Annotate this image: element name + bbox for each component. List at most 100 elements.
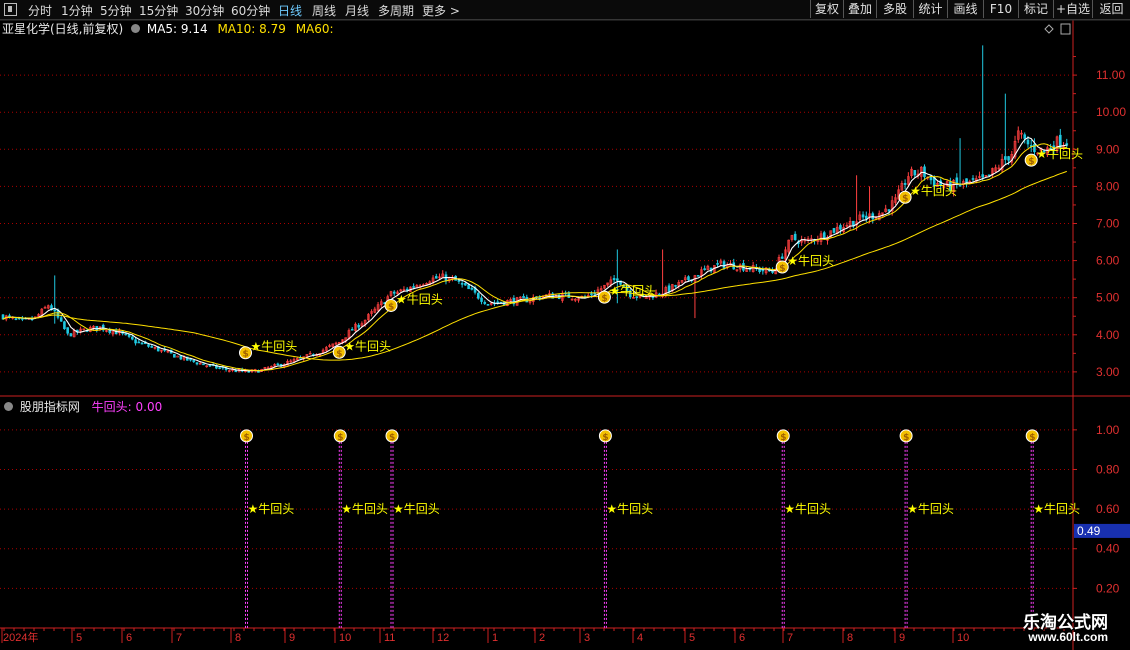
money-bag-glyph: $ (902, 194, 908, 204)
sub-ytick-label-0: 0.20 (1096, 581, 1120, 595)
candle-body (864, 215, 868, 219)
xtick-label-1: 5 (76, 632, 82, 644)
candle-body (137, 341, 141, 344)
candle-body (134, 339, 137, 344)
sub-ytick-label-3: 0.80 (1096, 462, 1120, 476)
candle-body (460, 283, 464, 285)
candle-body (350, 328, 354, 331)
ytick-label-1: 4.00 (1096, 328, 1120, 342)
signal-label: ★牛回头 (251, 339, 298, 354)
candle-body (467, 284, 470, 290)
candle-body (793, 233, 797, 241)
candle-body (392, 291, 396, 294)
candle-body (140, 342, 144, 345)
indicator-subchart: $ ★牛回头 $ ★牛回头 $ ★牛回头 $ ★牛回头 $ ★牛回头 $ ★牛回头 $ ★牛回头 (240, 429, 1080, 628)
candle-body (674, 285, 677, 287)
candle-body (687, 276, 690, 281)
money-bag-glyph: $ (337, 433, 343, 443)
candle-body (127, 334, 131, 337)
current-value-label: 0.49 (1077, 524, 1101, 538)
candle-body (59, 317, 63, 322)
sub-signal-marker-6: $ (1025, 429, 1039, 443)
sub-signal-marker-4: $ (776, 429, 790, 443)
candle-body (667, 285, 671, 292)
xtick-label-12: 4 (637, 632, 643, 644)
sub-signal-marker-5: $ (899, 429, 913, 443)
xtick-label-18: 10 (957, 632, 969, 644)
candle-body (192, 360, 196, 362)
money-bag-glyph: $ (601, 294, 607, 304)
stock-chart[interactable]: $★牛回头$★牛回头$★牛回头 $★牛回头$★牛回头$★牛回头$★牛回头 $★牛回… (0, 0, 1130, 650)
candle-body (832, 228, 836, 233)
xtick-label-17: 9 (899, 632, 905, 644)
money-bag-glyph: $ (602, 433, 608, 443)
candle-body (405, 288, 409, 291)
money-bag-glyph: $ (779, 264, 785, 274)
candle-body (470, 287, 474, 290)
candle-body (887, 209, 891, 212)
candle-body (195, 362, 199, 365)
candle-body (903, 183, 907, 185)
money-bag-glyph: $ (1029, 433, 1035, 443)
xtick-label-16: 8 (847, 632, 853, 644)
candle-body (14, 318, 18, 320)
sub-signal-label-2: ★牛回头 (393, 501, 440, 516)
candle-body (861, 214, 865, 218)
candle-body (176, 355, 179, 358)
signal-label: ★牛回头 (609, 283, 656, 298)
candle-body (53, 309, 57, 312)
candle-body (147, 344, 150, 347)
signal-label: ★牛回头 (1036, 146, 1083, 161)
ytick-label-6: 9.00 (1096, 142, 1120, 156)
diamond-icon (1044, 24, 1054, 34)
candle-body (66, 327, 69, 334)
candle-body (131, 336, 134, 340)
money-bag-glyph: $ (903, 433, 909, 443)
sub-signal-marker-3: $ (598, 429, 612, 443)
candle-body (483, 301, 487, 304)
xtick-label-5: 9 (289, 632, 295, 644)
candle-body (590, 293, 593, 296)
panel-toggle-icon (1060, 23, 1071, 35)
xtick-label-11: 3 (584, 632, 590, 644)
candle-body (780, 256, 784, 259)
candle-body (464, 283, 467, 286)
xtick-label-9: 1 (492, 632, 498, 644)
candle-body (357, 324, 360, 328)
candle-body (179, 355, 183, 360)
candle-body (913, 170, 917, 176)
money-bag-glyph: $ (1028, 157, 1034, 167)
xtick-label-4: 8 (235, 632, 241, 644)
candle-body (480, 297, 483, 302)
sub-ytick-label-2: 0.60 (1096, 502, 1120, 516)
sub-signal-marker-2: $ (385, 429, 399, 443)
candle-body (839, 225, 842, 230)
money-bag-glyph: $ (336, 349, 342, 359)
candle-body (202, 363, 205, 366)
ytick-label-8: 11.00 (1096, 68, 1125, 82)
signal-label: ★牛回头 (787, 253, 834, 268)
signal-label: ★牛回头 (344, 338, 391, 353)
candle-body (486, 304, 490, 306)
signal-marker-4: $★牛回头 (775, 253, 834, 274)
xtick-label-0: 2024年 (3, 630, 38, 644)
sub-ytick-label-4: 1.00 (1096, 423, 1120, 437)
candle-body (616, 278, 619, 281)
sub-signal-label-1: ★牛回头 (341, 501, 388, 516)
sub-signal-marker-0: $ (240, 429, 253, 443)
candle-body (124, 333, 128, 336)
signal-marker-0: $★牛回头 (239, 339, 298, 360)
ma5-line (2, 136, 1067, 372)
xtick-label-6: 10 (339, 632, 351, 644)
sub-signal-label-3: ★牛回头 (606, 501, 653, 516)
candle-body (173, 353, 176, 358)
candle-body (923, 166, 926, 178)
candle-body (1007, 156, 1010, 161)
candle-body (63, 321, 66, 330)
signal-label: ★牛回头 (396, 291, 443, 306)
candle-body (434, 276, 438, 279)
money-bag-glyph: $ (780, 433, 786, 443)
moving-average-series (2, 136, 1067, 372)
xtick-label-7: 11 (384, 632, 395, 644)
candle-body (208, 364, 212, 367)
